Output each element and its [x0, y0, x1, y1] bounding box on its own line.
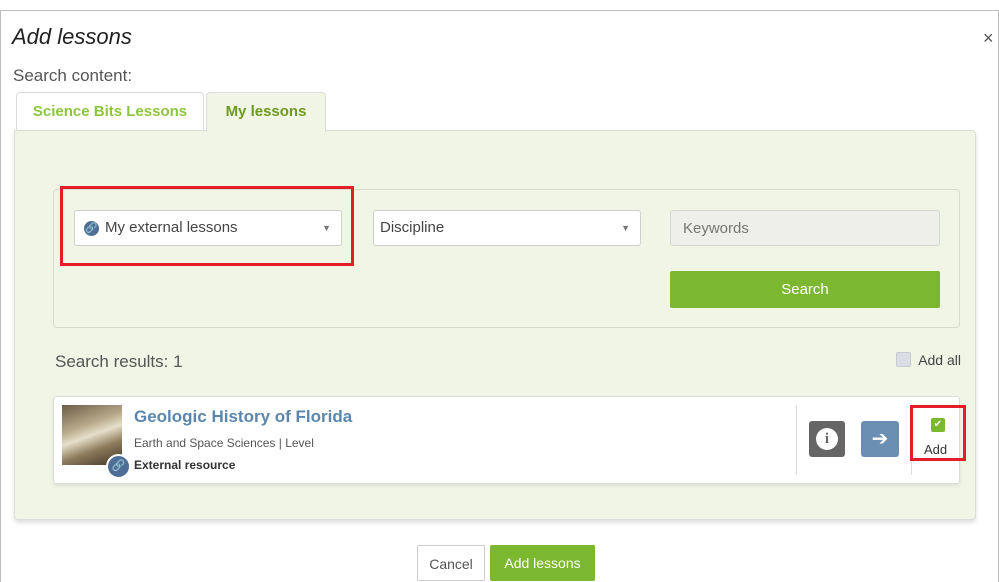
- add-checkbox[interactable]: ✔: [931, 418, 945, 432]
- search-content-label: Search content:: [13, 66, 133, 85]
- add-lessons-button[interactable]: Add lessons: [490, 545, 595, 581]
- search-button[interactable]: Search: [670, 271, 940, 308]
- tab-my-lessons[interactable]: My lessons: [206, 92, 326, 132]
- add-all-checkbox[interactable]: Add all: [896, 352, 961, 368]
- modal-border: [0, 10, 999, 11]
- info-icon: i: [816, 428, 838, 450]
- divider: [796, 405, 797, 475]
- chevron-down-icon: ▼: [322, 223, 331, 233]
- link-icon: 🔗: [84, 221, 99, 236]
- info-button[interactable]: i: [809, 421, 845, 457]
- search-results-count: Search results: 1: [55, 352, 183, 371]
- add-label: Add: [924, 442, 948, 457]
- close-icon[interactable]: ×: [983, 28, 994, 49]
- tab-panel: 🔗 My external lessons ▼ Discipline ▼ Sea…: [14, 130, 976, 520]
- modal-title: Add lessons: [12, 24, 132, 49]
- discipline-select-value: Discipline: [380, 219, 445, 236]
- lesson-title-link[interactable]: Geologic History of Florida: [134, 407, 352, 427]
- tab-science-bits-lessons[interactable]: Science Bits Lessons: [16, 92, 204, 131]
- keywords-input[interactable]: [670, 210, 940, 246]
- divider: [911, 405, 912, 475]
- lesson-type: External resource: [134, 458, 236, 472]
- checkbox-icon[interactable]: [896, 352, 912, 367]
- list-item: 🔗 Geologic History of Florida Earth and …: [53, 396, 960, 484]
- filter-box: 🔗 My external lessons ▼ Discipline ▼ Sea…: [53, 189, 960, 328]
- source-select[interactable]: 🔗 My external lessons ▼: [74, 210, 342, 246]
- modal-border: [0, 10, 1, 582]
- sign-in-arrow-icon: ➔: [871, 428, 889, 450]
- source-select-value: My external lessons: [105, 219, 238, 236]
- link-icon: 🔗: [106, 454, 131, 479]
- cancel-button[interactable]: Cancel: [417, 545, 485, 581]
- add-all-label: Add all: [918, 352, 961, 368]
- open-lesson-button[interactable]: ➔: [861, 421, 899, 457]
- discipline-select[interactable]: Discipline ▼: [373, 210, 641, 246]
- lesson-subtitle: Earth and Space Sciences | Level: [134, 436, 314, 450]
- chevron-down-icon: ▼: [621, 223, 630, 233]
